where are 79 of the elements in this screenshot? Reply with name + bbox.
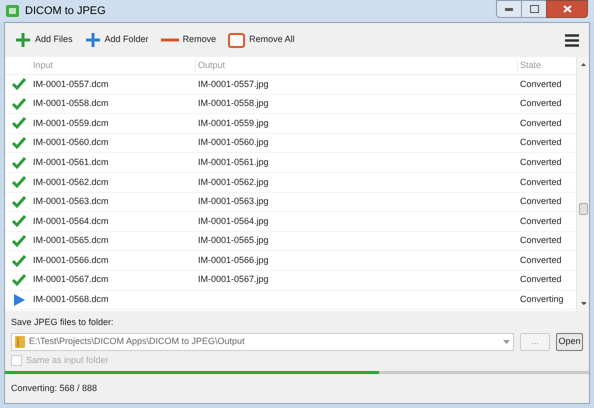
- table-cell: IM-0001-0565.jpg: [198, 235, 269, 246]
- minimize-button[interactable]: [496, 0, 522, 18]
- table-cell-text: Converted: [519, 273, 562, 286]
- table-cell-text: Converted: [519, 195, 562, 208]
- table-cell: IM-0001-0564.jpg: [198, 216, 269, 226]
- table-cell-text: IM-0001-0567.dcm: [33, 273, 110, 286]
- check-icon: [12, 176, 26, 188]
- scroll-thumb[interactable]: [578, 203, 588, 215]
- close-button[interactable]: [546, 0, 588, 18]
- check-icon: [12, 98, 26, 110]
- table-cell-text: IM-0001-0568.dcm: [33, 293, 110, 306]
- check-icon: [12, 137, 26, 150]
- check-icon: [12, 78, 26, 90]
- table-cell-text: IM-0001-0563.dcm: [33, 195, 110, 208]
- toolbar-button[interactable]: Add Files: [15, 32, 73, 48]
- folder-combo[interactable]: E:\Test\Projects\DICOM Apps\DICOM to JPEG\Output: [11, 332, 514, 350]
- table-cell-text: IM-0001-0559.dcm: [33, 116, 110, 130]
- table-cell-text: IM-0001-0558.dcm: [33, 97, 110, 110]
- table-cell-text: Converted: [519, 254, 562, 267]
- toolbar-button[interactable]: Add Folder: [84, 32, 149, 48]
- column-header: Input: [33, 58, 54, 72]
- folder-icon: [15, 336, 25, 348]
- plus-icon: [15, 32, 31, 48]
- check-icon: [12, 215, 26, 228]
- table-cell: IM-0001-0563.jpg: [198, 196, 269, 206]
- maximize-icon: [530, 5, 538, 13]
- table-cell: IM-0001-0559.jpg: [198, 118, 269, 128]
- checkbox-label: Same as input folder: [26, 354, 109, 367]
- table-cell: IM-0001-0561.jpg: [198, 156, 269, 167]
- table-cell-text: IM-0001-0565.dcm: [33, 234, 110, 248]
- column-header: State: [517, 58, 542, 72]
- table-cell: IM-0001-0566.jpg: [198, 254, 269, 265]
- scrollbar[interactable]: [576, 57, 589, 311]
- minus-icon: [160, 38, 179, 42]
- table-cell-text: Converted: [519, 176, 562, 189]
- table-cell-text: Converted: [519, 136, 562, 150]
- check-icon: [12, 235, 26, 248]
- table-cell-text: Converted: [519, 116, 562, 130]
- close-icon: [562, 5, 572, 13]
- table-cell-text: IM-0001-0561.dcm: [33, 156, 110, 169]
- square-icon: [228, 32, 246, 48]
- menu-button[interactable]: [565, 34, 579, 46]
- minimize-icon: [505, 8, 513, 10]
- table-cell: IM-0001-0567.jpg: [198, 274, 269, 284]
- open-button[interactable]: Open: [556, 332, 583, 350]
- plus-icon: [84, 32, 101, 48]
- status-text: Converting: 568 / 888: [11, 382, 98, 395]
- table-cell: IM-0001-0560.jpg: [198, 137, 269, 148]
- dropdown-icon: [503, 340, 510, 344]
- table-cell-text: Converted: [519, 97, 562, 110]
- menu-icon: [565, 34, 579, 46]
- column-header: Output: [195, 58, 517, 72]
- app-icon: [6, 5, 19, 17]
- window-title: DICOM to JPEG: [25, 4, 106, 19]
- scroll-up-icon: [580, 63, 586, 66]
- play-icon: [14, 294, 24, 306]
- table-cell-text: IM-0001-0564.dcm: [33, 214, 110, 228]
- table-cell-text: Converted: [519, 214, 562, 228]
- table-cell-text: Converted: [519, 156, 562, 169]
- table-cell-text: IM-0001-0566.dcm: [33, 254, 110, 267]
- check-icon: [12, 196, 26, 208]
- table-cell-text: IM-0001-0557.dcm: [33, 78, 110, 91]
- toolbar-button[interactable]: Remove: [160, 33, 216, 47]
- table-cell-text: Converted: [519, 234, 562, 248]
- table-cell-text: IM-0001-0560.dcm: [33, 136, 110, 150]
- table-cell-text: Converted: [519, 78, 562, 91]
- table-cell: IM-0001-0558.jpg: [198, 98, 269, 108]
- table-cell: IM-0001-0557.jpg: [198, 78, 269, 89]
- table-cell: IM-0001-0562.jpg: [198, 176, 269, 187]
- check-icon: [12, 117, 26, 130]
- table-cell-text: Converting: [519, 293, 564, 306]
- toolbar-button[interactable]: Remove All: [228, 32, 295, 48]
- check-icon: [12, 156, 26, 169]
- check-icon: [12, 254, 26, 267]
- check-icon: [12, 274, 26, 286]
- table-cell-text: IM-0001-0562.dcm: [33, 176, 110, 189]
- maximize-button[interactable]: [522, 0, 546, 18]
- folder-label: Save JPEG files to folder:: [11, 316, 115, 329]
- scroll-down-icon: [580, 302, 586, 305]
